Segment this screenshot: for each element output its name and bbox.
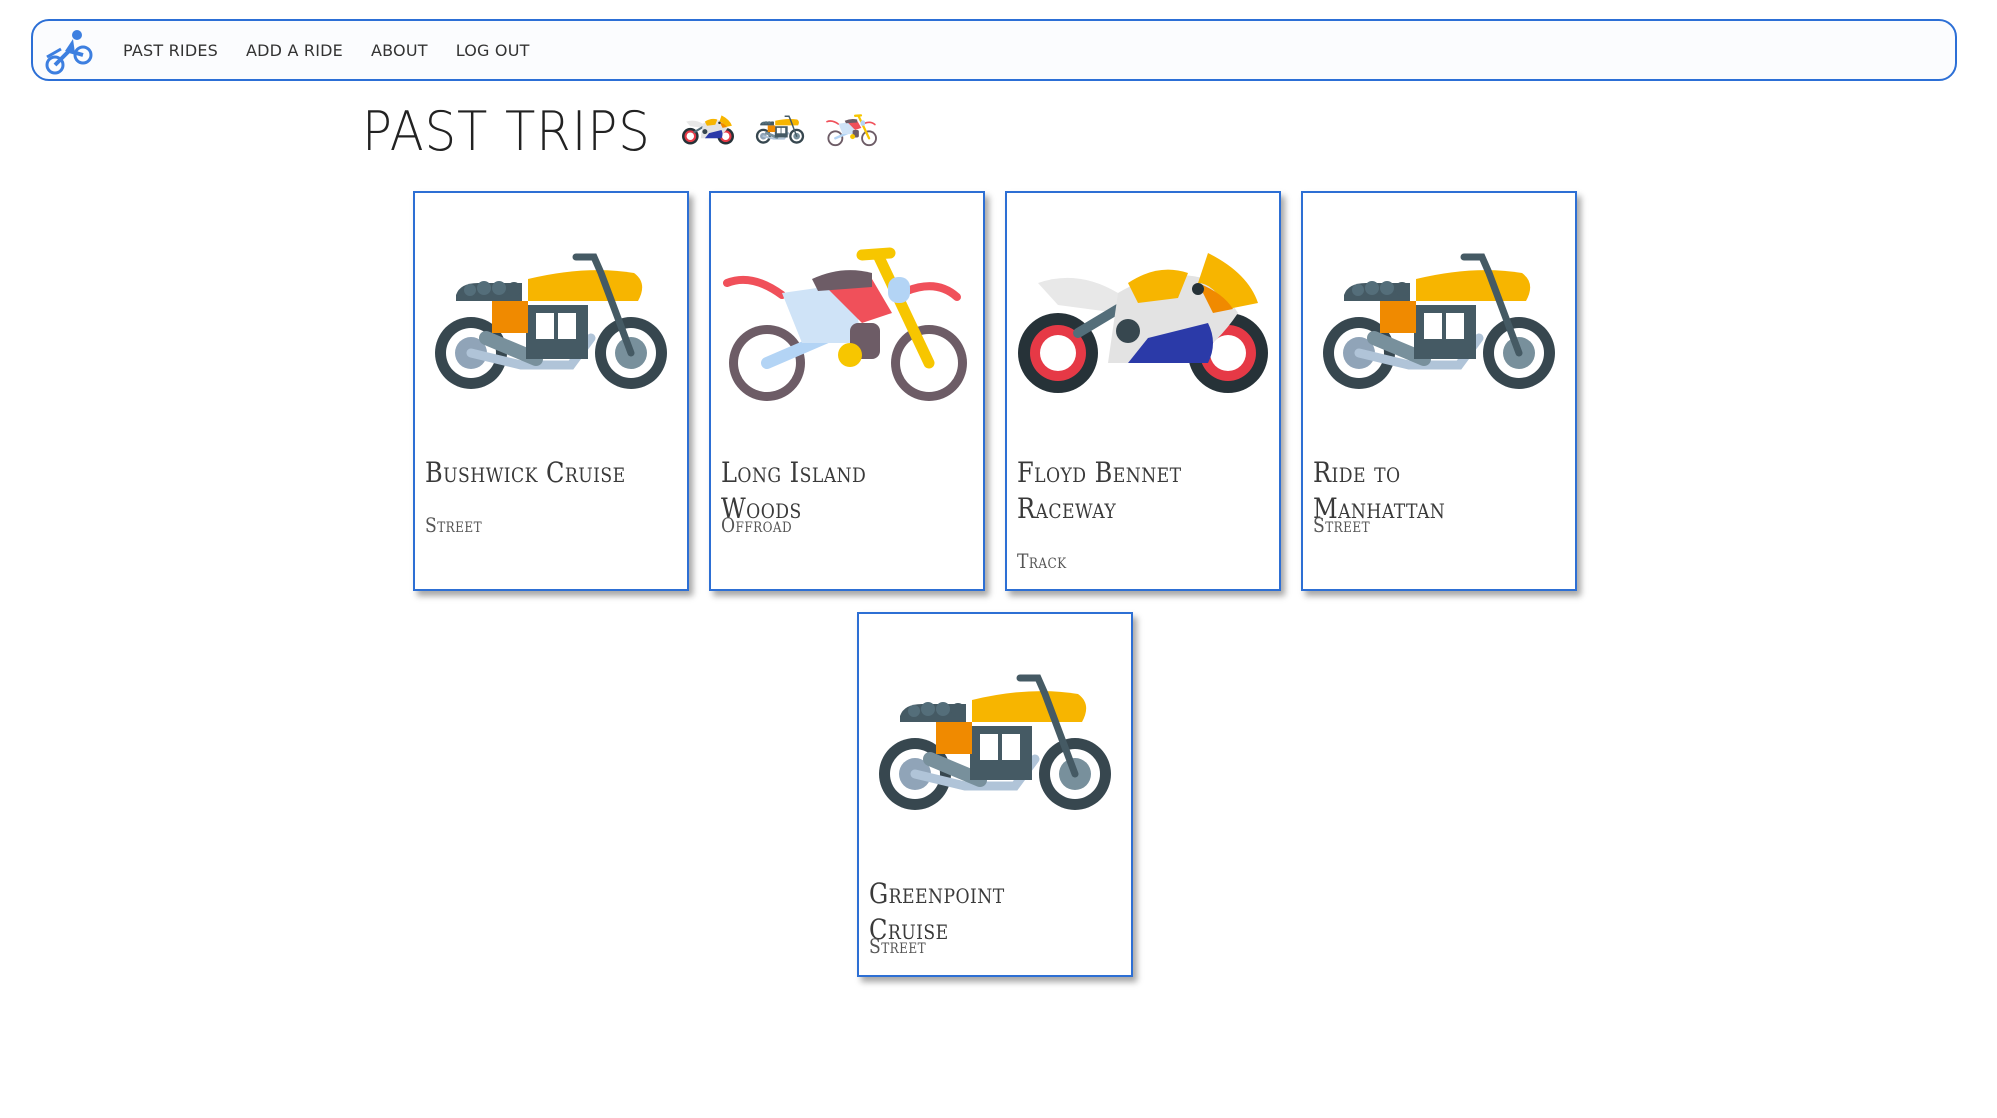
dirtbike-icon xyxy=(721,243,973,413)
motorcycle-rider-logo-icon[interactable] xyxy=(43,27,97,77)
ride-name: Bushwick Cruise xyxy=(425,456,626,489)
page-header: PAST TRIPS xyxy=(362,96,878,166)
ride-type: Offroad xyxy=(721,513,793,537)
ride-type: Street xyxy=(869,934,927,958)
sportbike-icon xyxy=(1017,243,1269,413)
cafe-racer-icon xyxy=(425,243,677,413)
dirtbike-icon xyxy=(826,113,878,149)
ride-card-floyd-bennet-raceway[interactable]: Floyd Bennet Raceway Track xyxy=(1005,191,1281,591)
nav-links: PAST RIDES ADD A RIDE ABOUT LOG OUT xyxy=(109,21,544,79)
sportbike-icon xyxy=(682,113,734,149)
page-title: PAST TRIPS xyxy=(362,99,651,163)
ride-card-bushwick-cruise[interactable]: Bushwick Cruise Street xyxy=(413,191,689,591)
title-icons xyxy=(682,113,878,149)
nav-link-about[interactable]: ABOUT xyxy=(357,33,442,68)
nav-link-past-rides[interactable]: PAST RIDES xyxy=(109,33,232,68)
ride-type: Street xyxy=(425,513,483,537)
ride-card-long-island-woods[interactable]: Long Island Woods Offroad xyxy=(709,191,985,591)
nav-link-add-a-ride[interactable]: ADD A RIDE xyxy=(232,33,357,68)
ride-type: Street xyxy=(1313,513,1371,537)
ride-name: Floyd Bennet Raceway xyxy=(1017,456,1182,525)
cafe-racer-icon xyxy=(1313,243,1565,413)
ride-card-greenpoint-cruise[interactable]: Greenpoint Cruise Street xyxy=(857,612,1133,977)
ride-card-ride-to-manhattan[interactable]: Ride to Manhattan Street xyxy=(1301,191,1577,591)
top-navbar: PAST RIDES ADD A RIDE ABOUT LOG OUT xyxy=(31,19,1957,81)
ride-type: Track xyxy=(1017,549,1067,573)
cafe-racer-icon xyxy=(754,113,806,149)
nav-link-log-out[interactable]: LOG OUT xyxy=(442,33,544,68)
cafe-racer-icon xyxy=(869,664,1121,834)
